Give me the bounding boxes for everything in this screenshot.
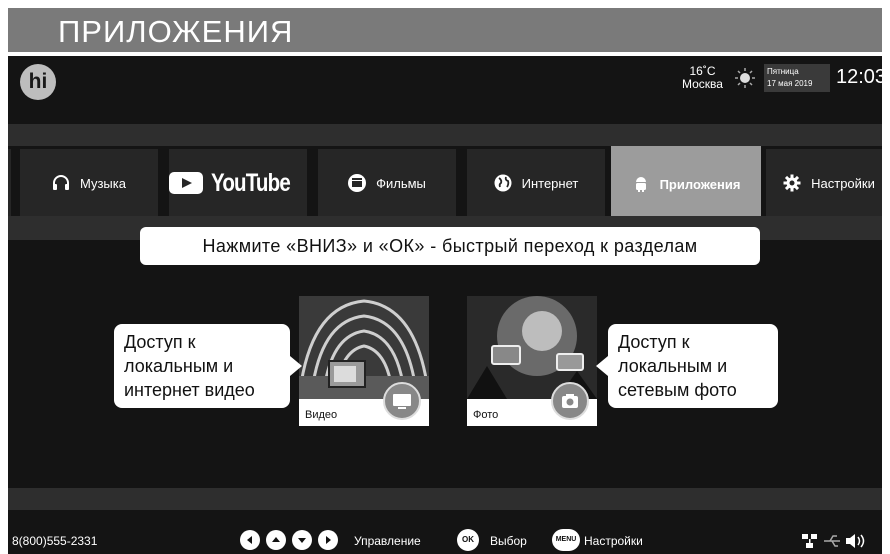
support-phone: 8(800)555-2331 bbox=[12, 534, 98, 548]
headphones-icon bbox=[53, 175, 69, 190]
card-photo-label: Фото bbox=[473, 409, 499, 421]
menu-tile-apps[interactable]: Приложения bbox=[611, 146, 761, 222]
card-photo[interactable]: Фото bbox=[467, 296, 597, 426]
ok-button-badge[interactable]: OK bbox=[457, 529, 479, 551]
callout-video: Доступ к локальным и интернет видео bbox=[114, 324, 302, 408]
nav-right-button[interactable] bbox=[318, 530, 338, 550]
tv-icon bbox=[393, 394, 411, 409]
footer-bar: 8(800)555-2331 Управление OK Выбор MENU … bbox=[8, 526, 882, 554]
globe-icon bbox=[494, 174, 512, 192]
weather-widget: 16˚C Москва bbox=[682, 65, 723, 91]
menu-tile-movies[interactable]: Фильмы bbox=[318, 149, 456, 217]
android-icon bbox=[635, 177, 646, 192]
arrow-left-icon bbox=[247, 536, 252, 544]
menu-label-youtube: YouTube bbox=[210, 168, 291, 197]
arrow-up-icon bbox=[272, 537, 280, 542]
callout-photo: Доступ к локальным и сетевым фото bbox=[596, 324, 778, 408]
date-weekday: Пятница bbox=[767, 67, 799, 76]
clock: 12:03 bbox=[836, 66, 882, 88]
status-icons bbox=[802, 534, 865, 548]
menu-label-settings: Настройки bbox=[811, 175, 875, 191]
date-widget: Пятница 17 мая 2019 bbox=[764, 64, 830, 92]
brand-logo: hi bbox=[20, 64, 56, 100]
logo-text: hi bbox=[28, 70, 48, 93]
date-day: 17 мая 2019 bbox=[767, 79, 813, 88]
section-banner: ПРИЛОЖЕНИЯ bbox=[8, 8, 882, 52]
menu-label-movies: Фильмы bbox=[376, 175, 426, 191]
divider-band bbox=[8, 488, 882, 510]
divider-band bbox=[8, 124, 882, 146]
nav-left-button[interactable] bbox=[240, 530, 260, 550]
tv-screen: hi 16˚C Москва Пятница 17 мая 2019 12:03… bbox=[8, 56, 882, 554]
banner-title: ПРИЛОЖЕНИЯ bbox=[58, 14, 294, 49]
sun-icon bbox=[735, 68, 755, 88]
menu-label: Настройки bbox=[584, 534, 643, 548]
callout-photo-line1: Доступ к bbox=[618, 332, 690, 352]
nav-down-button[interactable] bbox=[292, 530, 312, 550]
card-photo-badge bbox=[551, 382, 589, 420]
menu-label-apps: Приложения bbox=[659, 176, 741, 192]
menu-tile-music[interactable]: Музыка bbox=[20, 149, 158, 217]
gear-icon bbox=[783, 174, 801, 192]
callout-video-line1: Доступ к bbox=[124, 332, 196, 352]
menu-label-music: Музыка bbox=[80, 175, 126, 191]
arrow-right-icon bbox=[326, 536, 331, 544]
menu-tile-internet[interactable]: Интернет bbox=[467, 149, 605, 217]
menu-edge-tile bbox=[8, 149, 11, 217]
menu-tile-youtube[interactable]: YouTube bbox=[168, 149, 307, 217]
card-video-label: Видео bbox=[305, 409, 338, 421]
youtube-play-icon bbox=[168, 172, 203, 194]
weather-city: Москва bbox=[682, 77, 723, 91]
hint-tooltip: Нажмите «ВНИЗ» и «ОК» - быстрый переход … bbox=[140, 227, 760, 265]
arrow-down-icon bbox=[298, 538, 306, 543]
camera-icon bbox=[562, 394, 578, 408]
clapper-icon bbox=[348, 174, 367, 192]
card-video[interactable]: Видео bbox=[299, 296, 429, 426]
callout-photo-line2: локальным и bbox=[618, 356, 728, 376]
menu-button-badge[interactable]: MENU bbox=[552, 529, 580, 551]
callout-video-line2: локальным и bbox=[124, 356, 234, 376]
nav-up-button[interactable] bbox=[266, 530, 286, 550]
volume-icon bbox=[846, 534, 865, 548]
network-icon bbox=[802, 534, 817, 548]
menu-label-internet: Интернет bbox=[521, 175, 579, 191]
usb-icon bbox=[824, 535, 840, 547]
ok-label: Выбор bbox=[490, 534, 527, 548]
menu-tile-settings[interactable]: Настройки bbox=[766, 149, 882, 217]
nav-label: Управление bbox=[354, 534, 421, 548]
callout-photo-line3: сетевым фото bbox=[618, 380, 737, 400]
card-video-badge bbox=[383, 382, 421, 420]
callout-video-line3: интернет видео bbox=[124, 380, 255, 400]
